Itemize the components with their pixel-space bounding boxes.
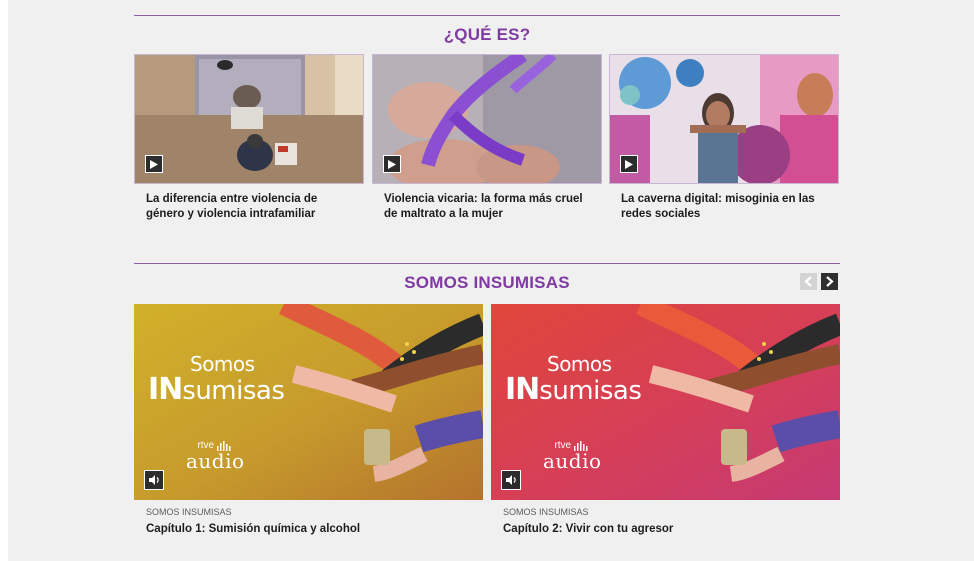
brand-logo: Somos INsumisas (505, 352, 642, 407)
chevron-left-icon (804, 276, 812, 287)
audio-play-button[interactable] (501, 470, 521, 490)
brand-logo: Somos INsumisas (148, 352, 285, 407)
audio-kicker[interactable]: SOMOS INSUMISAS (491, 507, 840, 517)
video-thumbnail[interactable] (609, 54, 839, 184)
audio-title[interactable]: Capítulo 1: Sumisión química y alcohol (134, 523, 483, 535)
video-title[interactable]: La diferencia entre violencia de género … (134, 192, 364, 222)
section-divider (134, 15, 840, 16)
audio-thumbnail[interactable]: Somos INsumisas rtve audio (491, 304, 840, 500)
rtve-audio-logo: rtve audio (186, 440, 245, 473)
play-button[interactable] (383, 155, 401, 173)
video-thumbnail-image (610, 55, 838, 183)
play-button[interactable] (620, 155, 638, 173)
play-icon (388, 159, 396, 169)
video-title[interactable]: Violencia vicaria: la forma más cruel de… (372, 192, 602, 222)
video-card[interactable]: La diferencia entre violencia de género … (134, 54, 364, 222)
play-button[interactable] (145, 155, 163, 173)
video-thumbnail-image (373, 55, 601, 183)
audio-kicker[interactable]: SOMOS INSUMISAS (134, 507, 483, 517)
speaker-icon (505, 475, 516, 485)
section-divider (134, 263, 840, 264)
audio-title[interactable]: Capítulo 2: Vivir con tu agresor (491, 523, 840, 535)
video-thumbnail[interactable] (372, 54, 602, 184)
video-card[interactable]: La caverna digital: misoginia en las red… (609, 54, 839, 222)
play-icon (150, 159, 158, 169)
rtve-audio-logo: rtve audio (543, 440, 602, 473)
section-title-que-es: ¿QUÉ ES? (443, 25, 531, 44)
play-icon (625, 159, 633, 169)
audio-play-button[interactable] (144, 470, 164, 490)
audio-card[interactable]: Somos INsumisas rtve audio SOMOS INSUMIS… (134, 304, 483, 535)
video-thumbnail-image (135, 55, 363, 183)
carousel-prev-button[interactable] (800, 273, 817, 290)
carousel-next-button[interactable] (821, 273, 838, 290)
speaker-icon (148, 475, 159, 485)
section-title-somos-insumisas: SOMOS INSUMISAS (404, 273, 570, 292)
audio-thumbnail[interactable]: Somos INsumisas rtve audio (134, 304, 483, 500)
video-card[interactable]: Violencia vicaria: la forma más cruel de… (372, 54, 602, 222)
audio-card[interactable]: Somos INsumisas rtve audio SOMOS INSUMIS… (491, 304, 840, 535)
chevron-right-icon (826, 276, 834, 287)
video-thumbnail[interactable] (134, 54, 364, 184)
video-title[interactable]: La caverna digital: misoginia en las red… (609, 192, 839, 222)
page: ¿QUÉ ES? La diferencia entre violencia d… (8, 0, 974, 561)
